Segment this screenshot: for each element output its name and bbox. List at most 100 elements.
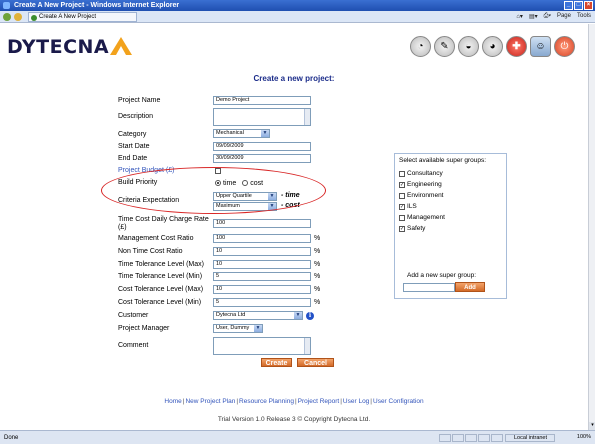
- description-textarea[interactable]: [213, 108, 311, 126]
- super-group-item[interactable]: ✓ Safety: [399, 225, 425, 232]
- tab-label: Create A New Project: [39, 13, 97, 20]
- chevron-down-icon: ▼: [254, 325, 262, 332]
- end-date-label: End Date: [118, 155, 148, 162]
- time-tolerance-min-input[interactable]: 5: [213, 272, 311, 281]
- comment-label: Comment: [118, 342, 149, 349]
- start-date-label: Start Date: [118, 143, 150, 150]
- project-manager-value: User, Dummy: [216, 325, 250, 331]
- super-group-item[interactable]: Environment: [399, 192, 444, 199]
- print-icon[interactable]: ⎙▾: [544, 13, 551, 20]
- project-name-input[interactable]: Demo Project: [213, 96, 311, 105]
- description-scrollbar[interactable]: [304, 109, 310, 125]
- footer-link-home[interactable]: Home: [164, 398, 181, 405]
- user-icon[interactable]: ☺: [530, 36, 551, 57]
- zoom-level[interactable]: 100%: [577, 434, 591, 440]
- description-label: Description: [118, 113, 154, 120]
- super-group-checkbox[interactable]: ✓: [399, 203, 405, 210]
- cost-tolerance-max-input[interactable]: 10: [213, 285, 311, 294]
- chevron-down-icon: ▼: [261, 130, 269, 137]
- super-group-item[interactable]: Consultancy: [399, 170, 443, 177]
- time-tolerance-max-unit: %: [314, 261, 321, 268]
- super-group-label: Engineering: [407, 181, 442, 188]
- project-manager-select[interactable]: User, Dummy ▼: [213, 324, 263, 333]
- window-title: Create A New Project - Windows Internet …: [14, 2, 180, 9]
- super-group-item[interactable]: ✓ Engineering: [399, 181, 442, 188]
- management-cost-ratio-label: Management Cost Ratio: [118, 235, 194, 242]
- super-group-label: Environment: [407, 192, 444, 199]
- super-group-label: Safety: [407, 225, 426, 232]
- header-icon-bar: ◔ ✎ ◒ ◕ ✚ ☺ ⏻: [410, 36, 575, 57]
- home-icon[interactable]: ⌂▾: [516, 13, 523, 20]
- tools-icon[interactable]: ✎: [434, 36, 455, 57]
- super-group-checkbox[interactable]: ✓: [399, 181, 405, 188]
- footer-link-user-log[interactable]: User Log: [343, 398, 369, 405]
- security-zone: Local intranet: [505, 434, 555, 442]
- footer-link-resource-planning[interactable]: Resource Planning: [239, 398, 294, 405]
- add-favorites-icon[interactable]: [14, 12, 22, 21]
- cost-tolerance-min-unit: %: [314, 299, 321, 306]
- info-icon[interactable]: i: [306, 312, 314, 320]
- super-groups-panel: Select available super groups: Consultan…: [394, 153, 507, 299]
- super-group-checkbox[interactable]: [399, 192, 405, 199]
- create-button[interactable]: Create: [261, 358, 292, 367]
- favorites-star-icon[interactable]: [3, 12, 11, 21]
- comment-scrollbar[interactable]: [304, 338, 310, 354]
- customer-select[interactable]: Dytecna Ltd ▼: [213, 311, 303, 320]
- chart-icon[interactable]: ◕: [482, 36, 503, 57]
- footer-link-user-configuration[interactable]: User Configration: [373, 398, 424, 405]
- window-controls: _ □ ×: [564, 1, 593, 10]
- time-tolerance-max-input[interactable]: 10: [213, 260, 311, 269]
- logo-triangle-icon: [110, 37, 132, 55]
- add-super-group-input[interactable]: [403, 283, 455, 292]
- add-super-group-label: Add a new super group:: [407, 272, 477, 279]
- super-group-checkbox[interactable]: [399, 170, 405, 177]
- footer-nav: Home|New Project Plan|Resource Planning|…: [164, 398, 424, 405]
- project-name-label: Project Name: [118, 97, 161, 104]
- category-value: Mechanical: [216, 130, 244, 136]
- page-menu[interactable]: Page: [557, 13, 571, 20]
- super-group-checkbox[interactable]: [399, 214, 405, 221]
- super-group-checkbox[interactable]: ✓: [399, 225, 405, 232]
- project-manager-label: Project Manager: [118, 325, 170, 332]
- scroll-down-arrow[interactable]: ▾: [589, 422, 595, 430]
- status-text: Done: [4, 434, 19, 441]
- copyright-text: Trial Version 1.0 Release 3 © Copyright …: [217, 416, 371, 423]
- car-icon[interactable]: ◒: [458, 36, 479, 57]
- minimize-button[interactable]: _: [564, 1, 573, 10]
- end-date-input[interactable]: 30/09/2009: [213, 154, 311, 163]
- status-cells: [439, 434, 503, 442]
- toolbar-commands: ⌂▾ ▤▾ ⎙▾ Page Tools: [516, 13, 591, 20]
- non-time-cost-ratio-input[interactable]: 10: [213, 247, 311, 256]
- close-button[interactable]: ×: [584, 1, 593, 10]
- cost-tolerance-min-input[interactable]: 5: [213, 298, 311, 307]
- daily-charge-input[interactable]: 100: [213, 219, 311, 228]
- management-cost-ratio-input[interactable]: 100: [213, 234, 311, 243]
- customer-label: Customer: [118, 312, 149, 319]
- super-group-label: Consultancy: [407, 170, 443, 177]
- feeds-icon[interactable]: ▤▾: [529, 13, 538, 20]
- ie-app-icon: [3, 2, 10, 9]
- medical-cross-icon[interactable]: ✚: [506, 36, 527, 57]
- cancel-button[interactable]: Cancel: [297, 358, 334, 367]
- start-date-input[interactable]: 09/09/2009: [213, 142, 311, 151]
- cost-tolerance-min-label: Cost Tolerance Level (Min): [118, 299, 202, 306]
- browser-tab[interactable]: Create A New Project: [28, 11, 138, 22]
- super-group-item[interactable]: Management: [399, 214, 445, 221]
- power-icon[interactable]: ⏻: [554, 36, 575, 57]
- category-label: Category: [118, 131, 147, 138]
- tools-menu[interactable]: Tools: [577, 13, 591, 20]
- category-select[interactable]: Mechanical ▼: [213, 129, 270, 138]
- chevron-down-icon: ▼: [294, 312, 302, 319]
- window-titlebar: Create A New Project - Windows Internet …: [0, 0, 595, 11]
- footer-link-project-report[interactable]: Project Report: [298, 398, 340, 405]
- maximize-button[interactable]: □: [574, 1, 583, 10]
- non-time-cost-ratio-label: Non Time Cost Ratio: [118, 248, 183, 255]
- add-super-group-button[interactable]: Add: [455, 282, 485, 292]
- headset-icon[interactable]: ◔: [410, 36, 431, 57]
- comment-textarea[interactable]: [213, 337, 311, 355]
- super-group-item[interactable]: ✓ ILS: [399, 203, 417, 210]
- time-tolerance-min-label: Time Tolerance Level (Min): [118, 273, 203, 280]
- footer-link-new-project-plan[interactable]: New Project Plan: [185, 398, 235, 405]
- super-group-label: ILS: [407, 203, 417, 210]
- vertical-scrollbar[interactable]: ▾: [588, 24, 595, 430]
